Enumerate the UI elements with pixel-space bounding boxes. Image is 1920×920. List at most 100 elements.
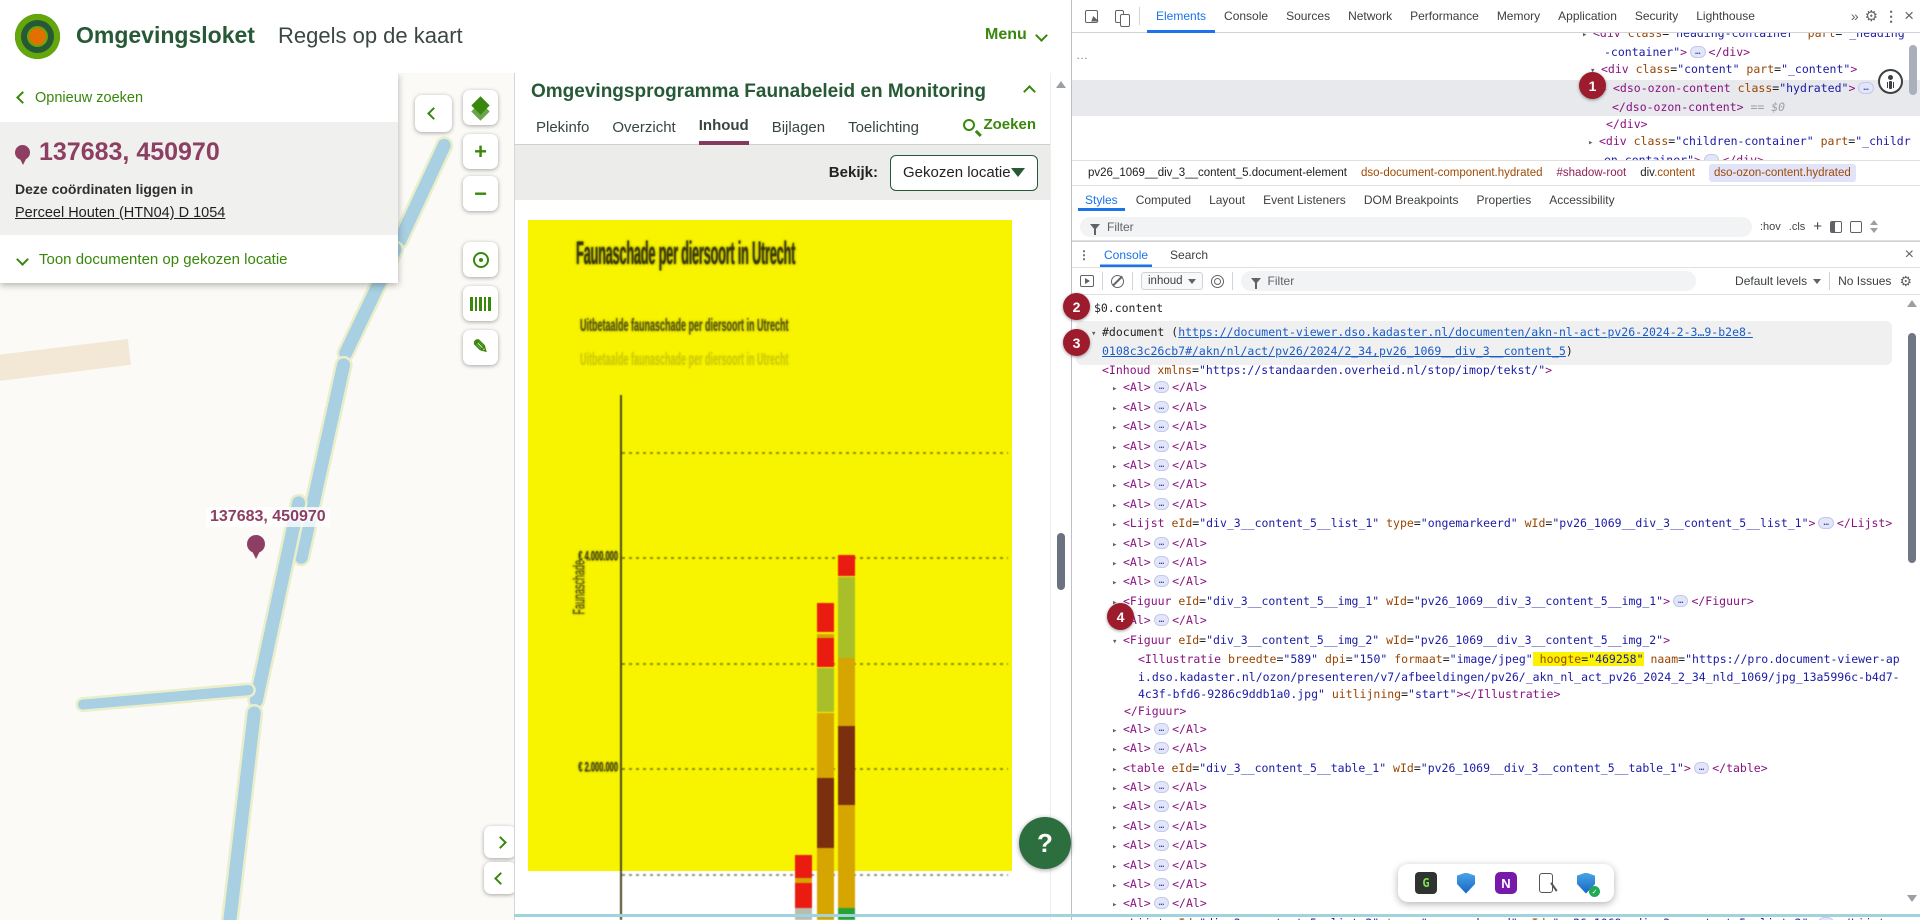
tab-performance[interactable]: Performance [1401,0,1488,33]
panel-expand-button[interactable] [484,826,516,858]
breadcrumb-item[interactable]: dso-ozon-content.hydrated [1709,164,1856,182]
draw-button[interactable]: ✎ [463,330,498,365]
console-command[interactable]: ›$0.content [1079,300,1163,317]
page-scrollbar-thumb[interactable] [1057,533,1065,590]
tree-line[interactable]: ▸<Al>…</Al> [1072,837,1906,856]
defender-check-icon[interactable]: ✓ [1574,871,1598,895]
panel-collapse-button[interactable] [484,862,516,894]
elements-scrollbar-thumb[interactable] [1909,45,1917,95]
console-filter-input[interactable]: Filter [1241,271,1696,291]
scroll-up-icon[interactable] [1907,300,1917,307]
more-tabs-button[interactable]: » [1851,8,1859,24]
tree-line[interactable]: ▸<Al>…</Al> [1072,535,1906,554]
tab-security[interactable]: Security [1626,0,1687,33]
parcel-link[interactable]: Perceel Houten (HTN04) D 1054 [15,205,383,221]
tree-line[interactable]: ▸<Al>…</Al> [1072,438,1906,457]
greenshot-icon[interactable]: G [1414,871,1438,895]
page-scrollbar[interactable] [1050,73,1071,920]
layers-button[interactable] [463,90,498,125]
tree-line[interactable]: ▸<Al>…</Al> [1072,457,1906,476]
execution-context-selector[interactable]: inhoud [1141,272,1203,290]
tab-accessibility[interactable]: Accessibility [1542,189,1621,211]
usb-drive-icon[interactable] [1534,871,1558,895]
tab-inhoud[interactable]: Inhoud [699,110,749,145]
tab-plekinfo[interactable]: Plekinfo [536,112,589,143]
tree-line[interactable]: ▸<Al>…</Al> [1072,399,1906,418]
tab-event-listeners[interactable]: Event Listeners [1256,189,1353,211]
tree-line[interactable]: 0108c3c26cb7#/akn/nl/act/pv26/2024/2_34,… [1084,343,1884,360]
breadcrumb-item[interactable]: dso-document-component.hydrated [1361,167,1543,179]
console-close-button[interactable]: × [1905,246,1914,264]
tree-line[interactable]: ▾<div class="content" part="_content"> [1072,61,1920,80]
tab-styles[interactable]: Styles [1078,189,1125,211]
tab-lighthouse[interactable]: Lighthouse [1687,0,1764,33]
tree-line[interactable]: -container">…</div> [1072,44,1920,61]
clear-console-icon[interactable] [1111,275,1124,288]
zoom-in-button[interactable]: + [463,134,498,169]
tab-computed[interactable]: Computed [1129,189,1198,211]
collapse-document-button[interactable] [1023,85,1036,98]
view-dropdown[interactable]: Gekozen locatie [890,155,1038,191]
inspect-element-button[interactable] [1078,4,1104,28]
styles-filter-input[interactable]: Filter [1080,217,1752,237]
devtools-close-button[interactable]: × [1904,6,1914,26]
tree-line[interactable]: ▸<Al>…</Al> [1072,818,1906,837]
search-button[interactable]: Zoeken [963,116,1036,133]
tree-line[interactable]: <Inhoud xmlns="https://standaarden.overh… [1072,362,1906,379]
tab-properties[interactable]: Properties [1470,189,1539,211]
scroll-up-icon[interactable] [1056,81,1066,88]
tree-line[interactable]: ▸<Al>…</Al> [1072,418,1906,437]
breadcrumb-item[interactable]: div.content [1640,167,1695,179]
tree-line[interactable]: ▸<Al>…</Al> [1072,721,1906,740]
tab-application[interactable]: Application [1549,0,1626,33]
zoom-out-button[interactable]: − [463,176,498,211]
tab-elements[interactable]: Elements [1147,0,1215,33]
scroll-down-icon[interactable] [1870,228,1878,233]
tree-line[interactable]: </div> [1072,116,1920,133]
tree-line[interactable]: ▸<Al>…</Al> [1072,476,1906,495]
devtools-menu-button[interactable]: ⋮ [1884,8,1898,25]
live-expression-icon[interactable] [1211,275,1224,288]
tree-line[interactable]: ▸<Al>…</Al> [1072,779,1906,798]
tree-line[interactable]: ▸<Figuur eId="div_3__content_5__img_1" w… [1072,593,1906,612]
tab-console[interactable]: Console [1215,0,1277,33]
device-toolbar-button[interactable] [1106,4,1132,28]
tree-line[interactable]: ▸<Lijst eId="div_3__content_5__list_1" t… [1072,515,1906,534]
tree-line[interactable]: ▾#document (https://document-viewer.dso.… [1084,324,1884,343]
scroll-up-icon[interactable] [1870,220,1878,225]
console-levels-dropdown[interactable]: Default levels [1735,274,1821,288]
tree-line[interactable]: ▸<Al>…</Al> [1072,798,1906,817]
console-result[interactable]: ▾#document (https://document-viewer.dso.… [1076,321,1892,365]
back-link[interactable]: Opnieuw zoeken [0,73,398,122]
scroll-down-icon[interactable] [1907,895,1917,902]
tree-line[interactable]: ▸<Al>…</Al> [1072,554,1906,573]
console-sidebar-icon[interactable] [1080,275,1094,287]
tab-network[interactable]: Network [1339,0,1401,33]
tab-overzicht[interactable]: Overzicht [612,112,675,143]
tree-line[interactable]: ▸<Al>…</Al> [1072,740,1906,759]
tab-bijlagen[interactable]: Bijlagen [772,112,825,143]
new-style-rule-button[interactable]: + [1813,218,1822,235]
console-settings-gear-icon[interactable]: ⚙ [1899,273,1912,290]
console-scrollbar-thumb[interactable] [1908,333,1916,563]
issues-counter[interactable]: No Issues [1838,274,1891,288]
locate-button[interactable] [463,242,498,277]
tree-line[interactable]: ▸<Al>…</Al> [1072,573,1906,592]
tree-line[interactable]: 4c3f-bfd6-9286c9ddb1a0.jpg" uitlijning="… [1072,686,1906,703]
tab-search[interactable]: Search [1166,243,1212,267]
tree-line[interactable]: ▸<table eId="div_3__content_5__table_1" … [1072,760,1906,779]
help-button[interactable]: ? [1019,817,1071,869]
show-panel-icon[interactable] [1850,221,1862,233]
tree-line[interactable]: ▸<dso-ozon-content class="hydrated">… [1072,80,1920,99]
tab-console[interactable]: Console [1100,243,1152,267]
menu-button[interactable]: Menu [985,26,1046,44]
measure-button[interactable] [463,286,498,321]
tree-line[interactable]: ▸<div class="children-container" part="_… [1072,133,1920,152]
settings-gear-icon[interactable]: ⚙ [1865,7,1878,25]
tree-line[interactable]: </dso-ozon-content> == $0 [1072,99,1920,116]
collapse-panel-button[interactable] [415,95,452,132]
defender-shield-icon[interactable] [1454,871,1478,895]
tree-line[interactable]: <Illustratie breedte="589" dpi="150" for… [1072,651,1906,668]
tab-layout[interactable]: Layout [1202,189,1252,211]
breadcrumb-item[interactable]: #shadow-root [1557,167,1627,179]
